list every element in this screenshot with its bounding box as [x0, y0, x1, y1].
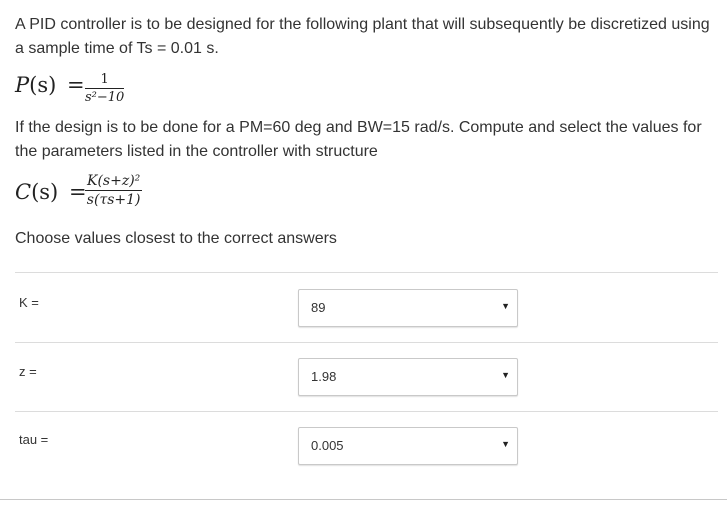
spec-text-line-2: the parameters listed in the controller …: [15, 143, 378, 160]
controller-equals-sign: =: [68, 180, 87, 204]
controller-argument: (s): [31, 180, 59, 204]
tau-selected-value: 0.005: [311, 438, 344, 453]
plant-symbol: P: [15, 73, 30, 97]
tau-label: tau =: [19, 432, 49, 447]
plant-equation: P(s) = 1 s²−10: [15, 70, 215, 106]
k-select[interactable]: 89 ▼: [298, 289, 518, 327]
z-select[interactable]: 1.98 ▼: [298, 358, 518, 396]
plant-argument: (s): [29, 73, 57, 97]
controller-symbol: C: [15, 180, 32, 204]
controller-fraction: K(s+z)² s(τs+1): [85, 173, 143, 208]
bottom-divider: [0, 499, 727, 500]
controller-equation: C(s) = K(s+z)² s(τs+1): [15, 172, 215, 216]
chevron-down-icon: ▼: [501, 370, 510, 380]
plant-equals-sign: =: [67, 73, 85, 97]
plant-numerator: 1: [100, 72, 109, 87]
k-label: K =: [19, 295, 39, 310]
spec-text-line-1: If the design is to be done for a PM=60 …: [15, 119, 702, 136]
z-selected-value: 1.98: [311, 369, 337, 384]
divider: [15, 342, 718, 343]
plant-denominator: s²−10: [85, 90, 125, 105]
tau-select[interactable]: 0.005 ▼: [298, 427, 518, 465]
divider: [15, 411, 718, 412]
z-label: z =: [19, 364, 37, 379]
chevron-down-icon: ▼: [501, 301, 510, 311]
controller-numerator: K(s+z)²: [87, 173, 141, 189]
controller-denominator: s(τs+1): [86, 192, 141, 208]
divider: [15, 272, 718, 273]
chevron-down-icon: ▼: [501, 439, 510, 449]
question-text-line-2: a sample time of Ts = 0.01 s.: [15, 40, 219, 57]
question-text-line-1: A PID controller is to be designed for t…: [15, 16, 710, 33]
k-selected-value: 89: [311, 300, 326, 315]
plant-fraction: 1 s²−10: [85, 72, 125, 105]
instruction-text: Choose values closest to the correct ans…: [15, 230, 337, 247]
